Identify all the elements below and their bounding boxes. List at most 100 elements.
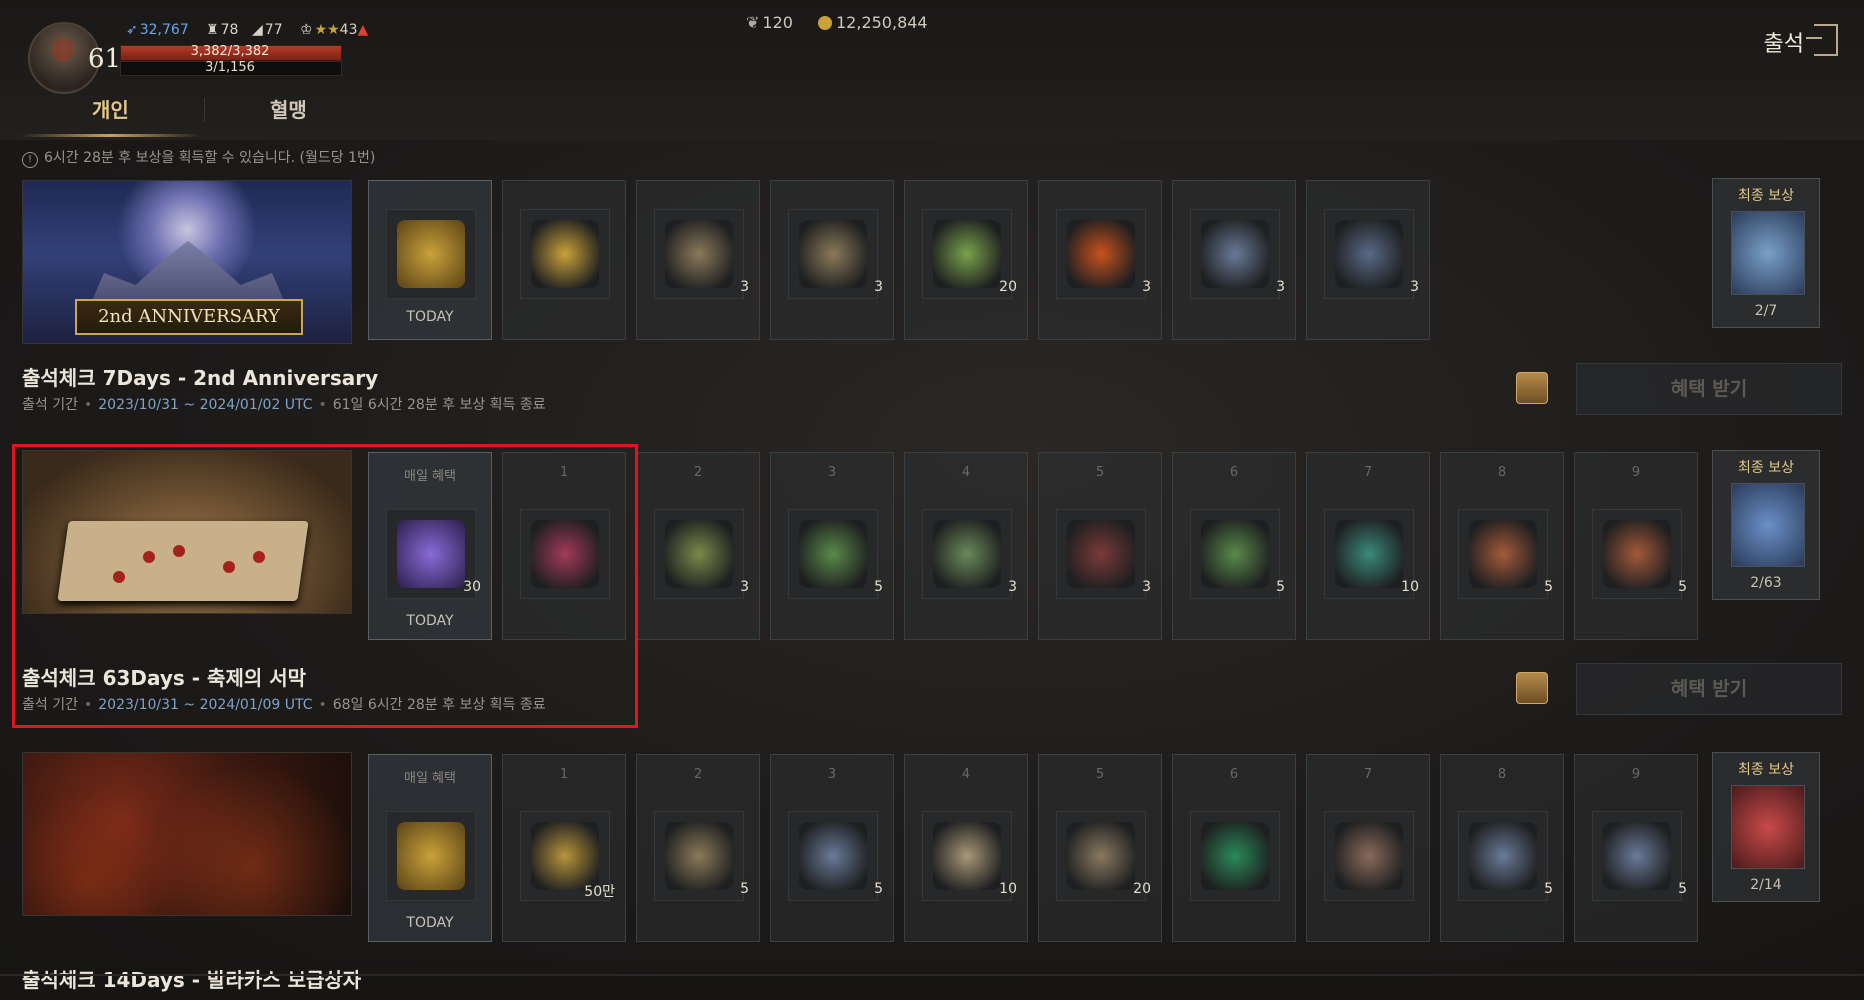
reward-count: 3 (1410, 279, 1419, 295)
reward-item-icon (788, 811, 878, 901)
reward-item-icon (520, 209, 610, 299)
reward-item-icon (654, 209, 744, 299)
currency-gold: 12,250,844 (818, 13, 928, 32)
reward-count: 5 (1678, 579, 1687, 595)
event1-final-reward[interactable]: 최종 보상 2/7 (1712, 178, 1820, 328)
chest-icon (386, 811, 476, 901)
day-number: 1 (559, 767, 569, 782)
day-number: 9 (1631, 767, 1641, 782)
power-value: 32,767 (139, 22, 189, 38)
reward-item-icon (1458, 509, 1548, 599)
event1-dates: 2023/10/31 ~ 2024/01/02 UTC (98, 397, 313, 413)
reward-slot[interactable]: 43 (904, 452, 1028, 640)
reward-count: 5 (1678, 881, 1687, 897)
day-number: 5 (1095, 465, 1105, 480)
event2-claim-button[interactable]: 혜택 받기 (1576, 663, 1842, 715)
reward-count: 3 (1276, 279, 1285, 295)
reward-count: 5 (1544, 881, 1553, 897)
reward-count: 3 (1142, 579, 1151, 595)
event3-title: 출석체크 14Days - 발라카스 보급상자 (22, 968, 362, 992)
mp-text: 3/1,156 (205, 60, 255, 75)
day-number: 8 (1497, 465, 1507, 480)
event1-period: 출석 기간 • 2023/10/31 ~ 2024/01/02 UTC • 61일 6시… (22, 397, 546, 413)
highlight-box (12, 444, 638, 728)
reward-item-icon (788, 509, 878, 599)
bottom-separator (0, 974, 1864, 976)
reward-slot[interactable]: 5 20 (1038, 754, 1162, 942)
horn-icon: ◢ (252, 22, 263, 38)
trophy-icon: ♔ (300, 22, 313, 38)
stat-two: ♜ 78 (206, 22, 238, 38)
reward-slot[interactable]: 3 (636, 180, 760, 340)
reward-slot[interactable]: 3 (770, 180, 894, 340)
reward-slot[interactable]: 3 (1306, 180, 1430, 340)
reward-item-icon (1190, 811, 1280, 901)
reward-slot[interactable]: 1 50만 (502, 754, 626, 942)
today-label: TODAY (406, 915, 454, 931)
trophy-stat: ♔ ★★43▲ (300, 22, 369, 38)
reward-slot[interactable]: 35 (770, 452, 894, 640)
wing-icon: ❦ (746, 13, 760, 32)
reward-slot[interactable]: 95 (1574, 452, 1698, 640)
helmet-icon: ♜ (206, 22, 219, 38)
hp-text: 3,382/3,382 (190, 44, 270, 59)
reward-slot[interactable]: 25 (636, 754, 760, 942)
day-number: 4 (961, 767, 971, 782)
reward-slot[interactable]: 95 (1574, 754, 1698, 942)
final-reward-label: 최종 보상 (1738, 460, 1794, 476)
stat-three-value: 77 (264, 22, 283, 38)
today-label: TODAY (406, 309, 454, 325)
reward-slot[interactable]: 20 (904, 180, 1028, 340)
day-number: 5 (1095, 767, 1105, 782)
event-banner-anniversary[interactable]: 2nd ANNIVERSARY (22, 180, 352, 344)
reward-item-icon (1056, 509, 1146, 599)
final-progress: 2/63 (1750, 575, 1782, 591)
stat-three: ◢ 77 (252, 22, 283, 38)
reward-slot[interactable]: 6 (1172, 754, 1296, 942)
final-reward-label: 최종 보상 (1738, 188, 1794, 204)
reward-item-icon (1592, 509, 1682, 599)
reward-slot[interactable] (502, 180, 626, 340)
reward-slot[interactable]: 23 (636, 452, 760, 640)
reward-count: 10 (1401, 579, 1419, 595)
reward-slot[interactable]: 3 (1038, 180, 1162, 340)
event1-chest-icon[interactable] (1516, 372, 1548, 404)
reward-item-icon (1458, 811, 1548, 901)
day-number: 6 (1229, 465, 1239, 480)
reward-count: 5 (1544, 579, 1553, 595)
event2-final-reward[interactable]: 최종 보상 2/63 (1712, 450, 1820, 600)
final-progress: 2/7 (1754, 303, 1778, 319)
event3-today-slot[interactable]: 매일 혜택 TODAY (368, 754, 492, 942)
reward-count: 5 (740, 881, 749, 897)
reward-slot[interactable]: 7 (1306, 754, 1430, 942)
tab-clan[interactable]: 혈맹 (270, 94, 307, 123)
reward-slot[interactable]: 4 10 (904, 754, 1028, 942)
reward-item-icon (1190, 209, 1280, 299)
reward-slot[interactable]: 85 (1440, 452, 1564, 640)
reward-item-icon (1324, 811, 1414, 901)
reward-slot[interactable]: 35 (770, 754, 894, 942)
reward-slot[interactable]: 7 10 (1306, 452, 1430, 640)
stat-two-value: 78 (220, 22, 239, 38)
event2-chest-icon[interactable] (1516, 672, 1548, 704)
event1-today-slot[interactable]: TODAY (368, 180, 492, 340)
reward-count: 3 (874, 279, 883, 295)
reward-slot[interactable]: 65 (1172, 452, 1296, 640)
day-number: 2 (693, 767, 703, 782)
exit-icon[interactable] (1806, 24, 1838, 56)
reward-count: 50만 (584, 884, 615, 900)
player-level: 61 (88, 44, 122, 74)
event1-claim-button[interactable]: 혜택 받기 (1576, 363, 1842, 415)
reward-slot[interactable]: 53 (1038, 452, 1162, 640)
event1-remaining: 61일 6시간 28분 후 보상 획득 종료 (332, 397, 546, 413)
tab-personal[interactable]: 개인 (92, 94, 129, 123)
currency-a-value: 120 (762, 13, 793, 32)
reward-slot[interactable]: 85 (1440, 754, 1564, 942)
reward-slot[interactable]: 3 (1172, 180, 1296, 340)
event3-final-reward[interactable]: 최종 보상 2/14 (1712, 752, 1820, 902)
reward-count: 3 (1142, 279, 1151, 295)
reward-count: 3 (740, 579, 749, 595)
reward-count: 5 (1276, 579, 1285, 595)
event-banner-14days[interactable] (22, 752, 352, 916)
final-progress: 2/14 (1750, 877, 1782, 893)
